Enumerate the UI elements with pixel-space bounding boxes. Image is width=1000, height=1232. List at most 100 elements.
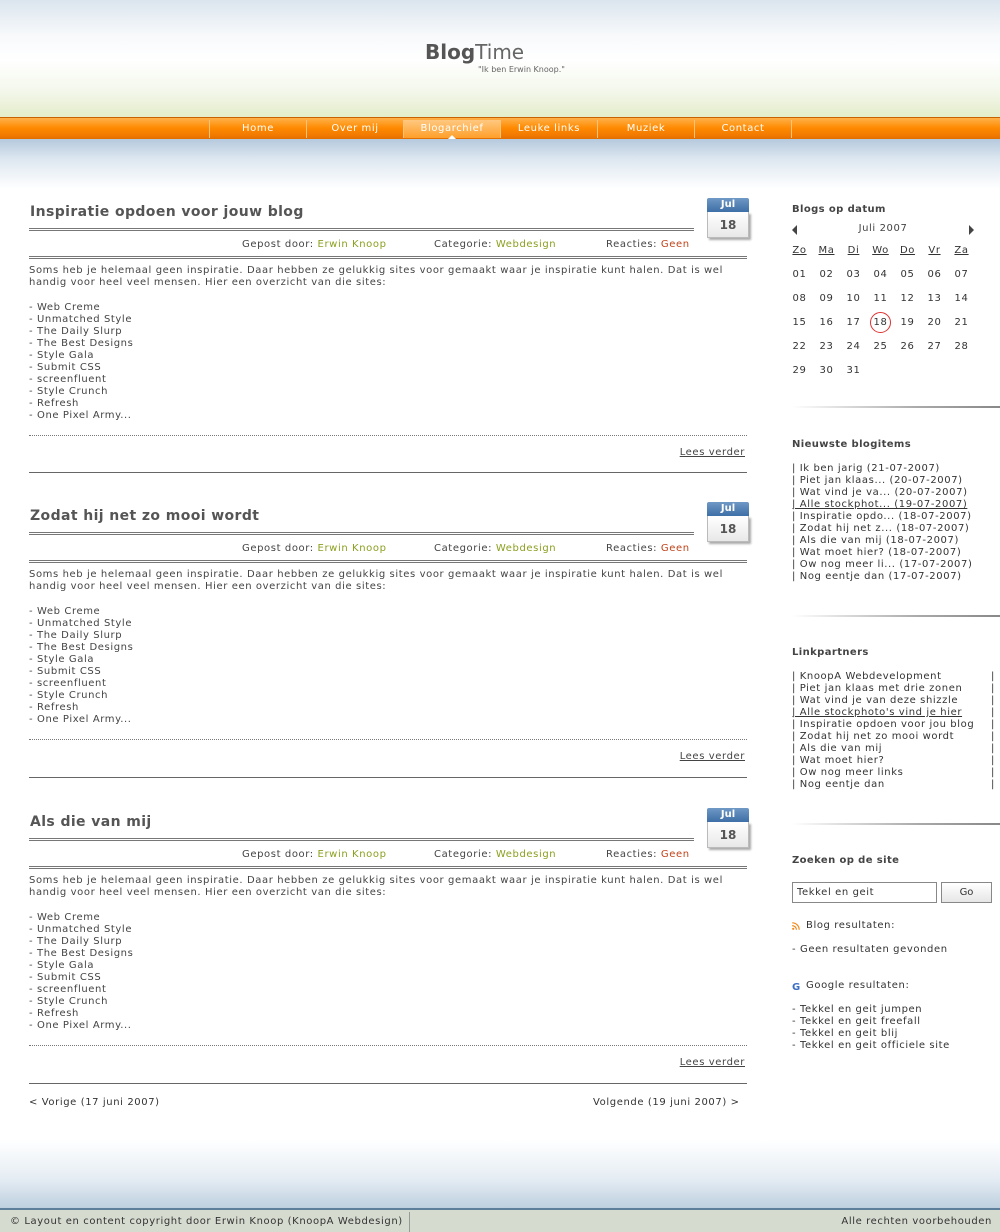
linkpartner-item[interactable]: | Zodat hij net zo mooi wordt | bbox=[792, 731, 994, 743]
calendar-day[interactable]: 06 bbox=[921, 268, 948, 282]
post-comments-link[interactable]: Geen bbox=[661, 543, 690, 554]
newest-item[interactable]: | Ow nog meer li... (17-07-2007) bbox=[792, 559, 972, 571]
google-result-item[interactable]: - Tekkel en geit officiele site bbox=[792, 1040, 950, 1052]
nav-leuke-links[interactable]: Leuke links bbox=[500, 120, 597, 138]
calendar-day[interactable]: 27 bbox=[921, 340, 948, 354]
calendar-day[interactable]: 02 bbox=[813, 268, 840, 282]
calendar-day[interactable]: 10 bbox=[840, 292, 867, 306]
calendar-day[interactable]: 15 bbox=[786, 316, 813, 330]
newest-item[interactable]: | Inspiratie opdo... (18-07-2007) bbox=[792, 511, 972, 523]
body-divider bbox=[29, 435, 747, 436]
linkpartner-item[interactable]: | Ow nog meer links | bbox=[792, 767, 994, 779]
linkpartner-label[interactable]: | Wat vind je van deze shizzle bbox=[792, 695, 958, 706]
post-category-link[interactable]: Webdesign bbox=[496, 849, 556, 860]
newest-item[interactable]: | Nog eentje dan (17-07-2007) bbox=[792, 571, 972, 583]
calendar-day[interactable]: 17 bbox=[840, 316, 867, 330]
linkpartner-label[interactable]: | Inspiratie opdoen voor jou blog bbox=[792, 719, 974, 730]
calendar-day[interactable]: 01 bbox=[786, 268, 813, 282]
calendar-day-today[interactable]: 18 bbox=[867, 312, 894, 333]
read-more-link[interactable]: Lees verder bbox=[680, 1057, 745, 1068]
calendar-day[interactable]: 19 bbox=[894, 316, 921, 330]
linkpartner-label[interactable]: | Ow nog meer links bbox=[792, 767, 903, 778]
post-comments-link[interactable]: Geen bbox=[661, 849, 690, 860]
previous-page-link[interactable]: < Vorige (17 juni 2007) bbox=[29, 1097, 160, 1108]
calendar-day[interactable]: 03 bbox=[840, 268, 867, 282]
logo-title-bold: Blog bbox=[425, 40, 476, 64]
next-page-link[interactable]: Volgende (19 juni 2007) > bbox=[593, 1097, 740, 1108]
post-author-link[interactable]: Erwin Knoop bbox=[318, 543, 387, 554]
newest-item[interactable]: | Ik ben jarig (21-07-2007) bbox=[792, 463, 972, 475]
nav-over-mij[interactable]: Over mij bbox=[306, 120, 403, 138]
linkpartner-item[interactable]: | Alle stockphoto's vind je hier | bbox=[792, 707, 994, 719]
linkpartner-label[interactable]: | KnoopA Webdevelopment bbox=[792, 671, 942, 682]
post-category-link[interactable]: Webdesign bbox=[496, 239, 556, 250]
linkpartner-item[interactable]: | Nog eentje dan | bbox=[792, 779, 994, 791]
calendar-day[interactable]: 09 bbox=[813, 292, 840, 306]
linkpartner-item[interactable]: | Piet jan klaas met drie zonen | bbox=[792, 683, 994, 695]
newest-item[interactable]: | Wat moet hier? (18-07-2007) bbox=[792, 547, 972, 559]
next-month-icon[interactable] bbox=[969, 225, 974, 235]
comments-label: Reacties: bbox=[606, 239, 658, 250]
calendar-day[interactable]: 25 bbox=[867, 340, 894, 354]
post-title[interactable]: Zodat hij net zo mooi wordt bbox=[30, 508, 259, 524]
site-logo[interactable]: BlogTime "Ik ben Erwin Knoop." bbox=[425, 40, 585, 80]
linkpartner-item[interactable]: | Als die van mij | bbox=[792, 743, 994, 755]
linkpartner-label[interactable]: | Wat moet hier? bbox=[792, 755, 884, 766]
linkpartner-label[interactable]: | Piet jan klaas met drie zonen bbox=[792, 683, 962, 694]
calendar-day[interactable]: 29 bbox=[786, 364, 813, 378]
linkpartner-item[interactable]: | Wat vind je van deze shizzle | bbox=[792, 695, 994, 707]
nav-blogarchief[interactable]: Blogarchief bbox=[403, 120, 500, 139]
calendar-day[interactable]: 20 bbox=[921, 316, 948, 330]
calendar-day[interactable]: 13 bbox=[921, 292, 948, 306]
calendar-day[interactable]: 26 bbox=[894, 340, 921, 354]
calendar-day[interactable]: 21 bbox=[948, 316, 975, 330]
post-author-link[interactable]: Erwin Knoop bbox=[318, 239, 387, 250]
nav-contact[interactable]: Contact bbox=[694, 120, 791, 138]
linkpartner-item[interactable]: | Wat moet hier? | bbox=[792, 755, 994, 767]
linkpartner-label[interactable]: | Als die van mij bbox=[792, 743, 882, 754]
calendar-day-label: 19 bbox=[900, 317, 915, 328]
calendar-day[interactable]: 22 bbox=[786, 340, 813, 354]
newest-item[interactable]: | Wat vind je va... (20-07-2007) bbox=[792, 487, 972, 499]
post-author-link[interactable]: Erwin Knoop bbox=[318, 849, 387, 860]
post-comments-link[interactable]: Geen bbox=[661, 239, 690, 250]
newest-item[interactable]: | Zodat hij net z... (18-07-2007) bbox=[792, 523, 972, 535]
linkpartner-label[interactable]: | Zodat hij net zo mooi wordt bbox=[792, 731, 954, 742]
read-more-link[interactable]: Lees verder bbox=[680, 751, 745, 762]
calendar-day[interactable]: 08 bbox=[786, 292, 813, 306]
linkpartner-item[interactable]: | KnoopA Webdevelopment | bbox=[792, 671, 994, 683]
post-title[interactable]: Inspiratie opdoen voor jouw blog bbox=[30, 204, 304, 220]
linkpartner-label[interactable]: | Alle stockphoto's vind je hier bbox=[792, 707, 962, 718]
google-result-item[interactable]: - Tekkel en geit freefall bbox=[792, 1016, 950, 1028]
calendar-day[interactable]: 30 bbox=[813, 364, 840, 378]
read-more-link[interactable]: Lees verder bbox=[680, 447, 745, 458]
newest-item[interactable]: | Piet jan klaas... (20-07-2007) bbox=[792, 475, 972, 487]
newest-item[interactable]: | Alle stockphot... (19-07-2007) bbox=[792, 499, 972, 511]
page-footer: © Layout en content copyright door Erwin… bbox=[0, 1208, 1000, 1232]
newest-item[interactable]: | Als die van mij (18-07-2007) bbox=[792, 535, 972, 547]
search-input[interactable] bbox=[792, 882, 937, 903]
calendar-day[interactable]: 28 bbox=[948, 340, 975, 354]
linkpartner-item[interactable]: | Inspiratie opdoen voor jou blog | bbox=[792, 719, 994, 731]
calendar-day[interactable]: 24 bbox=[840, 340, 867, 354]
calendar-day[interactable]: 16 bbox=[813, 316, 840, 330]
post-title[interactable]: Als die van mij bbox=[30, 814, 152, 830]
linkpartner-label[interactable]: | Nog eentje dan bbox=[792, 779, 885, 790]
title-divider bbox=[29, 532, 694, 535]
google-result-item[interactable]: - Tekkel en geit blij bbox=[792, 1028, 950, 1040]
google-result-item[interactable]: - Tekkel en geit jumpen bbox=[792, 1004, 950, 1016]
post-category-link[interactable]: Webdesign bbox=[496, 543, 556, 554]
calendar-day[interactable]: 05 bbox=[894, 268, 921, 282]
list-item: - Web Creme bbox=[29, 302, 101, 313]
calendar-day[interactable]: 07 bbox=[948, 268, 975, 282]
calendar-day[interactable]: 31 bbox=[840, 364, 867, 378]
calendar-day[interactable]: 04 bbox=[867, 268, 894, 282]
search-go-button[interactable]: Go bbox=[941, 882, 992, 903]
nav-muziek[interactable]: Muziek bbox=[597, 120, 694, 138]
calendar-day[interactable]: 12 bbox=[894, 292, 921, 306]
calendar-day[interactable]: 23 bbox=[813, 340, 840, 354]
calendar-day[interactable]: 14 bbox=[948, 292, 975, 306]
newest-heading: Nieuwste blogitems bbox=[792, 439, 912, 450]
nav-home[interactable]: Home bbox=[209, 120, 306, 138]
calendar-day[interactable]: 11 bbox=[867, 292, 894, 306]
